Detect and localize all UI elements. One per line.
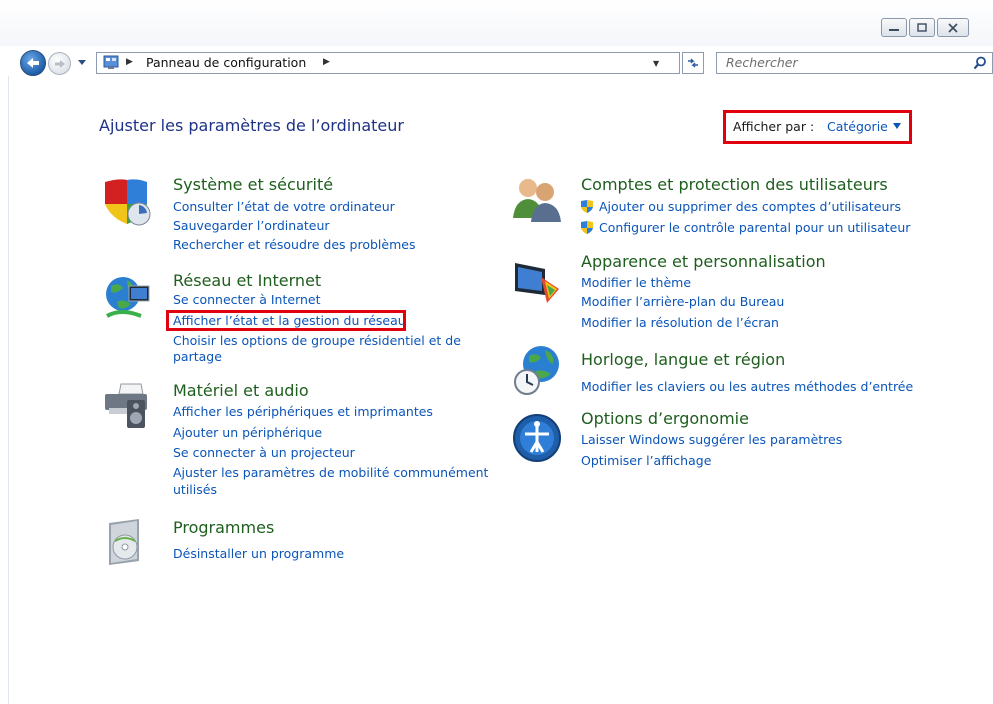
link-troubleshoot[interactable]: Rechercher et résoudre des problèmes — [173, 237, 415, 252]
title-bar — [0, 0, 993, 46]
link-windows-suggest-settings[interactable]: Laisser Windows suggérer les paramètres — [581, 432, 842, 447]
programs-icon[interactable] — [101, 517, 153, 569]
link-connect-internet[interactable]: Se connecter à Internet — [173, 292, 321, 307]
network-globe-icon[interactable] — [101, 272, 153, 324]
dropdown-caret-icon[interactable] — [893, 123, 901, 129]
category-appearance[interactable]: Apparence et personnalisation — [581, 252, 826, 271]
appearance-icon[interactable] — [511, 257, 563, 309]
link-view-computer-status[interactable]: Consulter l’état de votre ordinateur — [173, 199, 395, 214]
link-parental-controls[interactable]: Configurer le contrôle parental pour un … — [580, 220, 910, 235]
printer-audio-icon[interactable] — [101, 380, 153, 432]
link-change-background[interactable]: Modifier l’arrière-plan du Bureau — [581, 294, 784, 309]
address-bar[interactable]: ▶ Panneau de configuration ▶ ▼ — [96, 52, 680, 74]
ease-of-access-icon[interactable] — [511, 412, 563, 464]
category-hardware-sound[interactable]: Matériel et audio — [173, 381, 309, 400]
view-by-label: Afficher par : — [733, 119, 815, 134]
recent-pages-button[interactable] — [77, 57, 87, 69]
breadcrumb-control-panel[interactable]: Panneau de configuration — [146, 55, 306, 70]
close-button[interactable] — [937, 18, 969, 37]
forward-button[interactable] — [48, 52, 71, 75]
page-title: Ajuster les paramètres de l’ordinateur — [99, 116, 404, 135]
link-devices-printers[interactable]: Afficher les périphériques et imprimante… — [173, 404, 433, 419]
link-add-remove-accounts[interactable]: Ajouter ou supprimer des comptes d’utili… — [580, 199, 901, 214]
close-icon — [948, 22, 958, 33]
link-add-device[interactable]: Ajouter un périphérique — [173, 425, 322, 440]
breadcrumb-expand-icon[interactable]: ▶ — [323, 57, 330, 67]
link-homegroup-options-cont[interactable]: partage — [173, 349, 222, 364]
breadcrumb-separator-icon[interactable]: ▶ — [126, 57, 133, 67]
chevron-down-icon — [78, 60, 86, 65]
view-by-dropdown[interactable]: Catégorie — [827, 119, 888, 134]
search-box[interactable]: Rechercher — [716, 52, 993, 74]
minimize-button[interactable] — [881, 18, 907, 37]
link-connect-projector[interactable]: Se connecter à un projecteur — [173, 445, 355, 460]
search-input[interactable]: Rechercher — [726, 55, 798, 70]
control-panel-icon — [103, 55, 119, 69]
clock-globe-icon[interactable] — [511, 344, 563, 396]
link-uninstall-program[interactable]: Désinstaller un programme — [173, 546, 344, 561]
left-edge-divider — [8, 76, 9, 704]
window-controls — [881, 18, 969, 37]
minimize-icon — [889, 28, 899, 31]
maximize-button[interactable] — [909, 18, 935, 37]
search-icon[interactable] — [973, 56, 987, 70]
category-programs[interactable]: Programmes — [173, 518, 274, 537]
link-screen-resolution[interactable]: Modifier la résolution de l’écran — [581, 315, 779, 330]
link-mobility-settings-cont[interactable]: utilisés — [173, 482, 217, 497]
address-dropdown-icon[interactable]: ▼ — [653, 59, 659, 68]
link-change-keyboards[interactable]: Modifier les claviers ou les autres méth… — [581, 379, 913, 394]
category-ease-of-access[interactable]: Options d’ergonomie — [581, 409, 749, 428]
link-backup-computer[interactable]: Sauvegarder l’ordinateur — [173, 218, 330, 233]
link-change-theme[interactable]: Modifier le thème — [581, 275, 691, 290]
category-system-security[interactable]: Système et sécurité — [173, 175, 333, 194]
category-network-internet[interactable]: Réseau et Internet — [173, 271, 321, 290]
category-user-accounts[interactable]: Comptes et protection des utilisateurs — [581, 175, 888, 194]
forward-arrow-icon — [54, 59, 65, 68]
category-clock-language-region[interactable]: Horloge, langue et région — [581, 350, 785, 369]
maximize-icon — [917, 22, 927, 32]
link-mobility-settings[interactable]: Ajuster les paramètres de mobilité commu… — [173, 465, 488, 480]
refresh-icon — [688, 58, 698, 68]
back-arrow-icon — [27, 58, 39, 68]
user-accounts-icon[interactable] — [511, 174, 563, 226]
link-homegroup-options[interactable]: Choisir les options de groupe résidentie… — [173, 333, 461, 348]
network-status-highlight — [166, 310, 406, 331]
refresh-button[interactable] — [682, 52, 704, 74]
back-button[interactable] — [20, 50, 46, 76]
shield-security-icon[interactable] — [101, 176, 153, 228]
link-optimize-display[interactable]: Optimiser l’affichage — [581, 453, 711, 468]
